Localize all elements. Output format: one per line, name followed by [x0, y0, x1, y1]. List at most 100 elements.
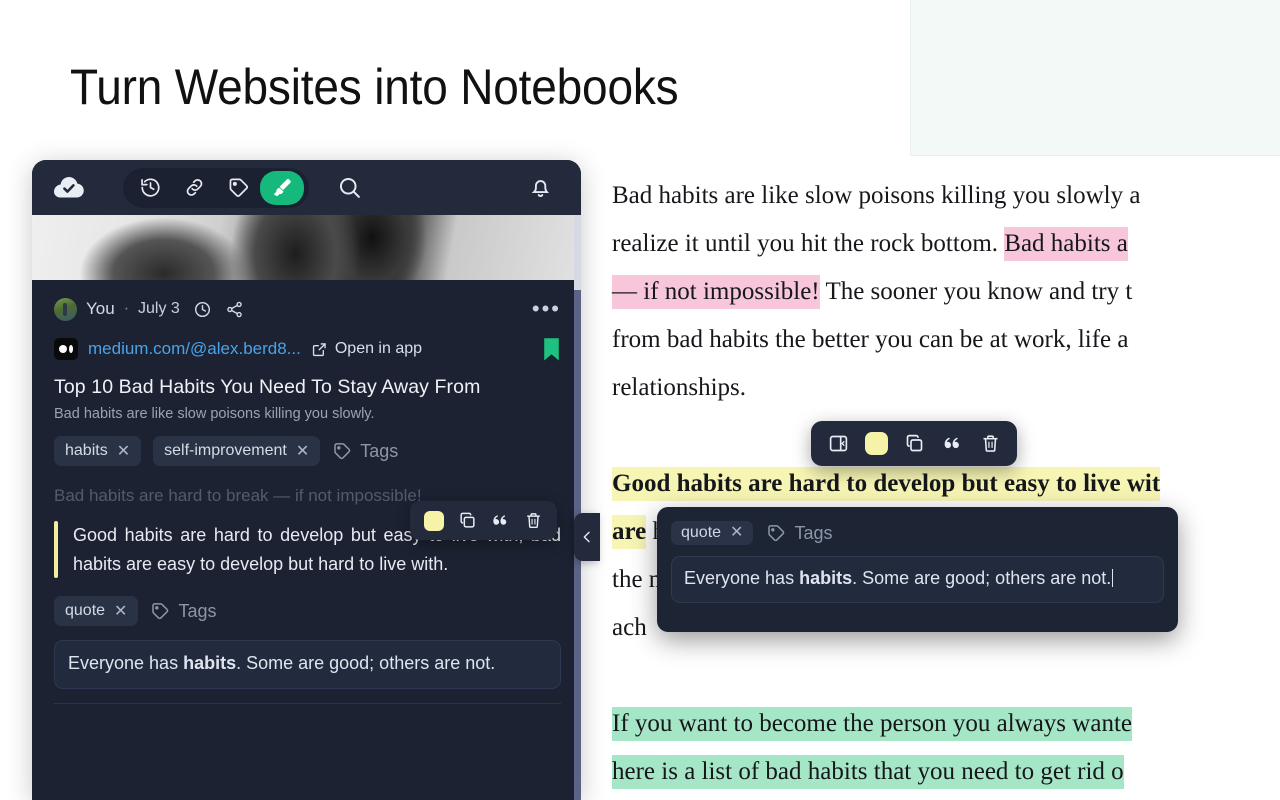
highlight-pink[interactable]: — if not impossible!	[612, 275, 820, 309]
tag-icon[interactable]	[216, 171, 260, 205]
highlight-pink[interactable]: Bad habits a	[1004, 227, 1128, 261]
highlighter-icon[interactable]	[260, 170, 304, 205]
note-text-bold: habits	[183, 653, 237, 673]
tags-add-control[interactable]: Tags	[766, 523, 832, 544]
swatch-yellow-fill	[864, 432, 888, 455]
article-text: from bad habits the better you can be at…	[612, 326, 1129, 353]
tag-chip-quote[interactable]: quote ✕	[671, 521, 754, 545]
date-label: July 3	[138, 300, 180, 317]
tag-chip-label: habits	[65, 442, 108, 459]
sidebar-scrollbar-thumb[interactable]	[574, 215, 581, 290]
note-meta-row: You · July 3 •••	[54, 296, 561, 322]
quote-icon[interactable]	[935, 428, 969, 459]
copy-icon[interactable]	[452, 507, 482, 534]
annotation-block: Good habits are hard to develop but easy…	[54, 501, 561, 704]
tags-placeholder-label: Tags	[360, 440, 399, 461]
tag-chip-habits[interactable]: habits ✕	[54, 436, 142, 466]
tag-remove-icon[interactable]: ✕	[296, 441, 309, 461]
highlight-yellow[interactable]: Good habits are hard to develop but easy…	[612, 467, 1161, 501]
sidebar-toolbar	[32, 160, 581, 215]
tags-add-control[interactable]: Tags	[150, 601, 216, 622]
popup-note-input[interactable]: Everyone has habits. Some are good; othe…	[671, 556, 1164, 603]
author-label: You	[86, 299, 115, 318]
note-text-after: . Some are good; others are not.	[852, 568, 1112, 588]
avatar	[54, 297, 77, 321]
article-line	[581, 796, 1280, 800]
page-title: Turn Websites into Notebooks	[70, 59, 679, 115]
article-tag-row: habits ✕ self-improvement ✕ Tags	[54, 436, 561, 466]
article-line: Bad habits are like slow poisons killing…	[581, 172, 1280, 220]
article-title: Top 10 Bad Habits You Need To Stay Away …	[54, 376, 481, 398]
article-text: realize it until you hit the rock bottom…	[612, 230, 1005, 257]
chevron-left-icon	[583, 531, 590, 543]
highlight-green[interactable]: here is a list of bad habits that you ne…	[612, 755, 1124, 789]
annotation-tag-row: quote ✕ Tags	[54, 596, 561, 626]
annotation-popup-card: quote ✕ Tags Everyone has habits. Some a…	[657, 507, 1178, 632]
article-text: The sooner you know and try t	[819, 278, 1133, 305]
section-divider	[54, 703, 561, 704]
article-line: If you want to become the person you alw…	[581, 700, 1280, 748]
open-in-app-label: Open in app	[334, 340, 423, 357]
share-icon[interactable]	[225, 300, 244, 319]
sidebar-panel-icon[interactable]	[821, 428, 855, 459]
tag-chip-quote[interactable]: quote ✕	[54, 596, 139, 626]
quote-icon[interactable]	[485, 507, 515, 534]
copy-icon[interactable]	[897, 428, 931, 459]
highlight-float-toolbar	[811, 421, 1017, 466]
sidebar-scrollbar-track[interactable]	[574, 215, 581, 800]
article-line: — if not impossible! The sooner you know…	[581, 268, 1280, 316]
bell-icon[interactable]	[523, 171, 557, 205]
article-line: from bad habits the better you can be at…	[581, 316, 1280, 364]
article-content-pane: Bad habits are like slow poisons killing…	[581, 156, 1280, 800]
article-text: Bad habits are like slow poisons killing…	[612, 182, 1141, 209]
medium-icon	[54, 338, 78, 360]
tool-pill-group	[123, 167, 309, 208]
trash-icon[interactable]	[518, 507, 548, 534]
history-icon[interactable]	[128, 171, 172, 205]
note-text-after: . Some are good; others are not.	[236, 653, 496, 673]
tags-add-control[interactable]: Tags	[332, 441, 398, 462]
annotation-note-input[interactable]: Everyone has habits. Some are good; othe…	[54, 640, 561, 689]
text-caret	[1112, 569, 1114, 587]
source-url-row: medium.com/@alex.berd8... Open in app	[54, 336, 561, 362]
tag-chip-label: quote	[65, 602, 106, 619]
open-in-app-button[interactable]: Open in app	[311, 340, 422, 358]
article-subtitle: Bad habits are like slow poisons killing…	[54, 406, 375, 422]
highlight-green[interactable]: If you want to become the person you alw…	[612, 707, 1132, 741]
tag-chip-label: quote	[681, 524, 722, 541]
tags-placeholder-label: Tags	[178, 600, 217, 621]
color-swatch-yellow[interactable]	[859, 428, 893, 459]
article-hero-image	[32, 215, 581, 280]
swatch-yellow-fill	[424, 510, 444, 531]
extension-sidebar: You · July 3 ••• medium.com/@alex.berd8.…	[32, 160, 581, 800]
tag-chip-self-improvement[interactable]: self-improvement ✕	[153, 436, 321, 466]
tag-icon	[152, 603, 169, 620]
tag-remove-icon[interactable]: ✕	[114, 601, 127, 621]
tag-remove-icon[interactable]: ✕	[117, 441, 130, 461]
article-line: Good habits are hard to develop but easy…	[581, 460, 1280, 508]
link-icon[interactable]	[172, 171, 216, 205]
trash-icon[interactable]	[973, 428, 1007, 459]
tag-chip-label: self-improvement	[164, 442, 287, 459]
bookmark-filled-icon[interactable]	[542, 337, 561, 362]
article-text: ach	[612, 614, 647, 641]
color-swatch-yellow[interactable]	[419, 507, 449, 534]
screenshot-root: Turn Websites into Notebooks Bad habits …	[0, 0, 1280, 800]
note-text-before: Everyone has	[684, 568, 800, 588]
meta-separator: ·	[123, 300, 130, 317]
more-options-button[interactable]: •••	[532, 298, 561, 320]
highlight-yellow[interactable]: are	[612, 515, 647, 549]
source-url-link[interactable]: medium.com/@alex.berd8...	[88, 339, 301, 359]
tag-remove-icon[interactable]: ✕	[730, 525, 743, 541]
article-line: realize it until you hit the rock bottom…	[581, 220, 1280, 268]
external-link-icon	[312, 342, 326, 356]
cloud-check-icon[interactable]	[52, 176, 86, 199]
note-text-bold: habits	[799, 568, 853, 588]
search-icon[interactable]	[329, 171, 369, 205]
sidebar-collapse-handle[interactable]	[574, 513, 600, 561]
article-line: relationships.	[581, 364, 1280, 412]
sidebar-body: You · July 3 ••• medium.com/@alex.berd8.…	[32, 280, 581, 704]
annotation-toolbar	[410, 501, 557, 540]
clock-icon[interactable]	[193, 300, 212, 319]
